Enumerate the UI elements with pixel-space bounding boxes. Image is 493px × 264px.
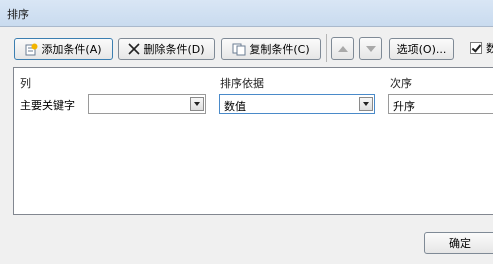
copy-condition-button[interactable]: 复制条件(C) bbox=[221, 38, 321, 60]
column-header-order: 次序 bbox=[390, 77, 412, 90]
delete-condition-button[interactable]: 删除条件(D) bbox=[118, 38, 215, 60]
chevron-down-icon[interactable] bbox=[190, 97, 204, 111]
sort-condition-row: 主要关键字 数值 升序 bbox=[14, 90, 493, 116]
options-button[interactable]: 选项(O)... bbox=[389, 38, 454, 60]
delete-x-icon bbox=[128, 43, 141, 55]
toolbar: 添加条件(A) 删除条件(D) 复制条件(C) 选项(O)... bbox=[0, 26, 493, 66]
move-up-button[interactable] bbox=[331, 37, 354, 60]
add-condition-icon bbox=[25, 43, 38, 56]
sort-on-select[interactable]: 数值 bbox=[219, 94, 375, 114]
move-down-icon bbox=[365, 45, 376, 52]
chevron-down-icon[interactable] bbox=[359, 97, 373, 111]
delete-condition-label: 删除条件(D) bbox=[143, 43, 205, 56]
move-down-button[interactable] bbox=[359, 37, 382, 60]
title-bar: 排序 bbox=[0, 0, 493, 27]
header-checkbox-row[interactable]: 数 bbox=[470, 40, 493, 56]
header-checkbox-label: 数 bbox=[486, 42, 493, 55]
header-checkbox[interactable] bbox=[470, 42, 482, 54]
column-header-column: 列 bbox=[20, 77, 31, 90]
add-condition-button[interactable]: 添加条件(A) bbox=[14, 38, 113, 60]
toolbar-separator bbox=[326, 34, 327, 62]
copy-condition-label: 复制条件(C) bbox=[249, 43, 310, 56]
add-condition-label: 添加条件(A) bbox=[41, 43, 102, 56]
column-header-sort-on: 排序依据 bbox=[220, 77, 264, 90]
dialog-title: 排序 bbox=[7, 8, 29, 21]
primary-key-label: 主要关键字 bbox=[20, 99, 75, 112]
order-select[interactable]: 升序 bbox=[388, 94, 493, 114]
ok-label: 确定 bbox=[449, 237, 471, 250]
sort-dialog: 排序 添加条件(A) 删除条件(D) 复制条件(C) 选项(O)... 数 列 … bbox=[0, 0, 493, 264]
order-value: 升序 bbox=[393, 100, 415, 113]
column-select[interactable] bbox=[88, 94, 206, 114]
copy-icon bbox=[232, 43, 246, 56]
move-up-icon bbox=[337, 45, 348, 52]
ok-button[interactable]: 确定 bbox=[424, 232, 493, 254]
options-label: 选项(O)... bbox=[396, 43, 447, 56]
sort-on-value: 数值 bbox=[224, 100, 246, 113]
sort-conditions-grid: 列 排序依据 次序 主要关键字 数值 升序 bbox=[13, 67, 493, 215]
